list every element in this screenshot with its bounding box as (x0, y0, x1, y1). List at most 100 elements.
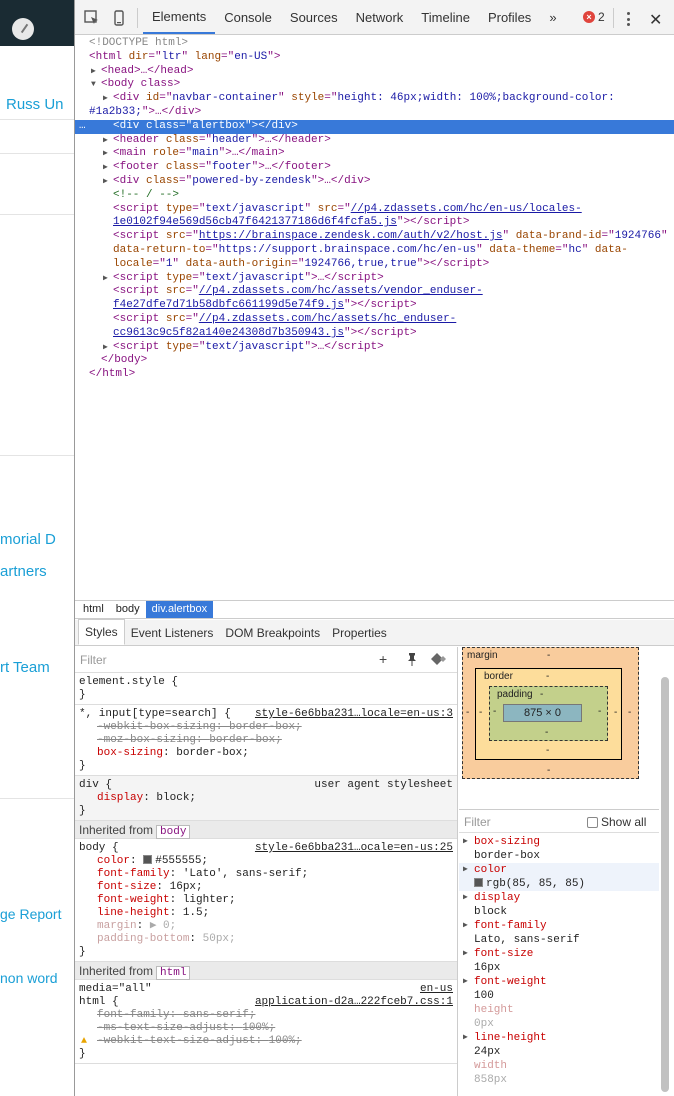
expand-arrow-icon[interactable]: ▶ (103, 92, 108, 106)
expand-arrow-icon[interactable]: ▶ (463, 947, 468, 961)
dom-node-comment[interactable]: <!-- / --> (75, 189, 674, 203)
rule-universal[interactable]: *, input[type=search] { style-6e6bba231…… (75, 705, 457, 776)
computed-filter-input[interactable]: Filter (464, 815, 491, 829)
page-link-memorial[interactable]: morial D (0, 531, 56, 548)
css-property[interactable]: -webkit-box-sizing: border-box; (79, 721, 453, 734)
expand-arrow-icon[interactable]: ▶ (103, 341, 108, 355)
breadcrumb-body[interactable]: body (110, 601, 146, 618)
rule-source-link[interactable]: style-6e6bba231…ocale=en-us:25 (255, 842, 453, 855)
css-property[interactable]: margin: ▶ 0; (79, 920, 453, 933)
expand-arrow-icon[interactable]: ▶ (103, 161, 108, 175)
customize-menu-icon[interactable] (627, 12, 630, 26)
computed-property[interactable]: ▶ box-sizing border-box (459, 835, 659, 863)
node-actions-icon[interactable]: … (79, 120, 86, 134)
collapse-arrow-icon[interactable]: ▼ (91, 78, 96, 92)
tab-sources[interactable]: Sources (281, 0, 347, 34)
dom-node-alertbox-selected[interactable]: … <div class="alertbox"></div> (75, 119, 674, 134)
page-link-report[interactable]: ge Report (0, 906, 61, 922)
css-property[interactable]: font-family: 'Lato', sans-serif; (79, 868, 453, 881)
expand-arrow-icon[interactable]: ▶ (463, 1031, 468, 1045)
dom-node-script2[interactable]: <script src="https://brainspace.zendesk.… (75, 230, 674, 244)
tab-event-listeners[interactable]: Event Listeners (125, 621, 220, 645)
rule-source-link[interactable]: style-6e6bba231…locale=en-us:3 (255, 708, 453, 721)
tab-properties[interactable]: Properties (326, 621, 393, 645)
expand-arrow-icon[interactable]: ▶ (463, 863, 468, 877)
expand-arrow-icon[interactable]: ▶ (463, 975, 468, 989)
more-tabs-button[interactable]: » (540, 0, 565, 34)
rule-body[interactable]: body { style-6e6bba231…ocale=en-us:25 co… (75, 839, 457, 962)
dom-node-script5[interactable]: <script src="//p4.zdassets.com/hc/assets… (75, 313, 674, 327)
inherited-tag-link[interactable]: html (156, 966, 191, 980)
expand-arrow-icon[interactable]: ▶ (103, 272, 108, 286)
dom-node-script1[interactable]: <script type="text/javascript" src="//p4… (75, 203, 674, 217)
expand-arrow-icon[interactable]: ▶ (103, 134, 108, 148)
dom-node-body[interactable]: ▼ <body class> (75, 78, 674, 92)
expand-arrow-icon[interactable]: ▶ (463, 919, 468, 933)
close-devtools-button[interactable]: ✕ (649, 10, 662, 30)
dom-node-header[interactable]: ▶ <header class="header">…</header> (75, 134, 674, 148)
show-all-checkbox[interactable]: Show all (587, 815, 646, 829)
computed-property[interactable]: ▶ color rgb(85, 85, 85) (459, 863, 659, 891)
pin-icon[interactable] (407, 653, 417, 666)
expand-arrow-icon[interactable]: ▶ (463, 835, 468, 849)
computed-property[interactable]: width 858px (459, 1059, 659, 1087)
styles-filter-input[interactable]: Filter (80, 653, 107, 667)
css-property[interactable]: box-sizing: border-box; (79, 747, 453, 760)
rule-div-ua[interactable]: div { user agent stylesheet display: blo… (75, 776, 457, 821)
dom-node-main[interactable]: ▶ <main role="main">…</main> (75, 147, 674, 161)
computed-property[interactable]: height 0px (459, 1003, 659, 1031)
toggle-element-state-icon[interactable] (431, 653, 446, 665)
new-style-rule-icon[interactable]: + (379, 651, 387, 667)
color-swatch[interactable] (143, 855, 153, 864)
dom-node-footer[interactable]: ▶ <footer class="footer">…</footer> (75, 161, 674, 175)
dom-node-navbar[interactable]: ▶ <div id="navbar-container" style="heigh… (75, 92, 674, 106)
css-property[interactable]: ▲ -webkit-text-size-adjust: 100%; (79, 1035, 453, 1048)
dom-node-head[interactable]: ▶ <head>…</head> (75, 65, 674, 79)
page-link-word[interactable]: non word (0, 970, 58, 986)
css-property[interactable]: -moz-box-sizing: border-box; (79, 734, 453, 747)
tab-console[interactable]: Console (215, 0, 281, 34)
computed-property[interactable]: ▶ display block (459, 891, 659, 919)
computed-property[interactable]: ▶ font-weight 100 (459, 975, 659, 1003)
inspect-element-icon[interactable] (84, 10, 100, 26)
css-property[interactable]: -ms-text-size-adjust: 100%; (79, 1022, 453, 1035)
tab-styles[interactable]: Styles (78, 619, 125, 645)
box-model-padding[interactable]: padding - - - - 875 × 0 (489, 686, 608, 741)
dom-node-script6[interactable]: ▶ <script type="text/javascript">…</scrip… (75, 341, 674, 355)
css-property[interactable]: line-height: 1.5; (79, 907, 453, 920)
rule-source-link[interactable]: application-d2a…222fceb7.css:1 (255, 996, 453, 1009)
page-link-support-team[interactable]: rt Team (0, 659, 50, 676)
tab-network[interactable]: Network (347, 0, 413, 34)
logo-icon[interactable] (12, 18, 34, 40)
page-link-partners[interactable]: artners (0, 563, 47, 580)
computed-property[interactable]: ▶ font-size 16px (459, 947, 659, 975)
dom-node-powered[interactable]: ▶ <div class="powered-by-zendesk">…</div> (75, 175, 674, 189)
dom-node-body-close[interactable]: </body> (75, 354, 674, 368)
tab-timeline[interactable]: Timeline (412, 0, 479, 34)
expand-arrow-icon[interactable]: ▶ (103, 147, 108, 161)
dom-node-script4[interactable]: <script src="//p4.zdassets.com/hc/assets… (75, 285, 674, 299)
expand-arrow-icon[interactable]: ▶ (91, 65, 96, 79)
css-property[interactable]: font-size: 16px; (79, 881, 453, 894)
box-model-content[interactable]: 875 × 0 (503, 704, 582, 722)
breadcrumb-html[interactable]: html (77, 601, 110, 618)
breadcrumb-div-alertbox[interactable]: div.alertbox (145, 601, 214, 618)
tab-elements[interactable]: Elements (143, 0, 216, 34)
computed-property[interactable]: ▶ line-height 24px (459, 1031, 659, 1059)
page-link-russ[interactable]: Russ Un (6, 96, 64, 113)
css-property[interactable]: color: #555555; (79, 855, 453, 868)
css-property[interactable]: padding-bottom: 50px; (79, 933, 453, 946)
dom-node-html-close[interactable]: </html> (75, 368, 674, 382)
tab-dom-breakpoints[interactable]: DOM Breakpoints (219, 621, 326, 645)
checkbox-icon[interactable] (587, 816, 598, 828)
tab-profiles[interactable]: Profiles (479, 0, 540, 34)
rule-html[interactable]: media="all" en-us html { application-d2a… (75, 980, 457, 1064)
css-property[interactable]: font-weight: lighter; (79, 894, 453, 907)
rule-element-style[interactable]: element.style { } (75, 673, 457, 705)
computed-scrollbar[interactable] (661, 677, 669, 1092)
box-model-margin[interactable]: margin - - - - border - - - - padding - … (462, 647, 639, 779)
expand-arrow-icon[interactable]: ▶ (463, 891, 468, 905)
dom-node-script3[interactable]: ▶ <script type="text/javascript">…</scrip… (75, 272, 674, 286)
computed-property[interactable]: ▶ font-family Lato, sans-serif (459, 919, 659, 947)
css-property[interactable]: font-family: sans-serif; (79, 1009, 453, 1022)
